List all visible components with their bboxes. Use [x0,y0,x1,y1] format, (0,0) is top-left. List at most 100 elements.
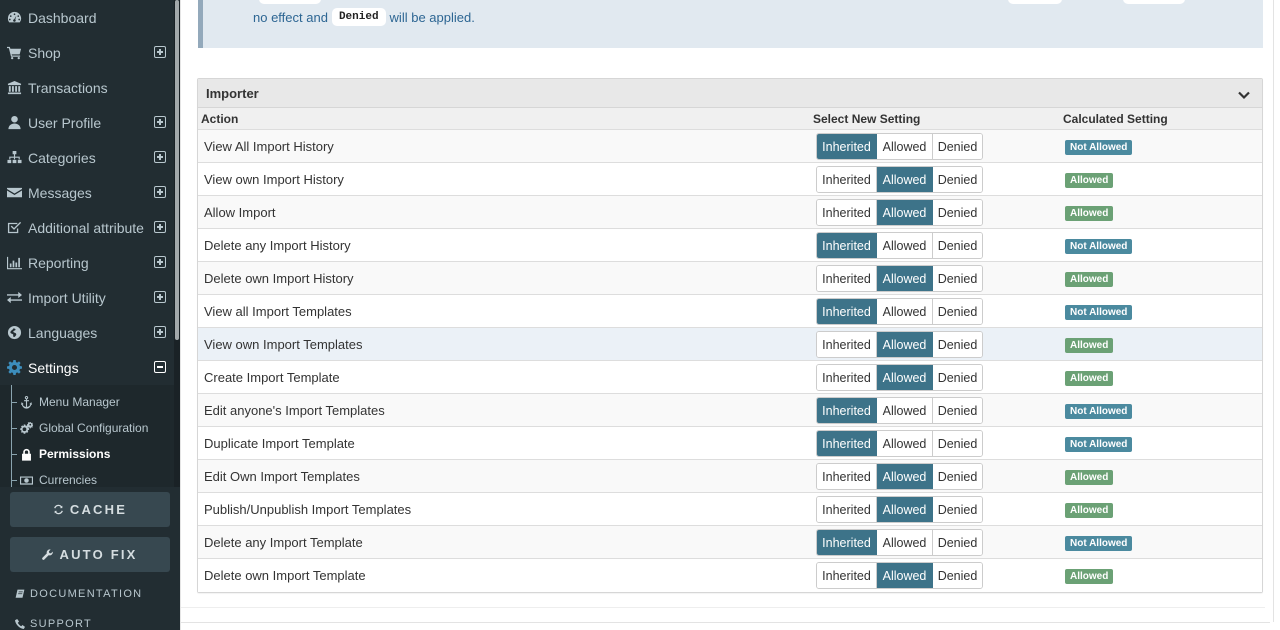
expand-icon[interactable] [154,46,166,58]
option-allowed-button[interactable]: Allowed [877,266,933,291]
sidebar-item-additional-attribute[interactable]: Additional attribute [0,210,174,245]
documentation-link[interactable]: DOCUMENTATION [15,588,142,600]
option-allowed-button[interactable]: Allowed [877,332,933,357]
option-allowed-button[interactable]: Allowed [877,464,933,489]
setting-button-group: Inherited Allowed Denied [816,166,983,193]
sidebar-nav: Dashboard Shop Transactions User Profile… [0,0,174,487]
sidebar-item-shop[interactable]: Shop [0,35,174,70]
expand-icon[interactable] [154,221,166,233]
checkbox-icon [6,220,23,236]
callout-text: no effect and Denied will be applied. [253,8,475,26]
option-inherited-button[interactable]: Inherited [817,266,877,291]
option-allowed-button[interactable]: Allowed [877,563,933,588]
option-denied-button[interactable]: Denied [933,530,982,555]
submenu-item-currencies[interactable]: Currencies [0,467,174,487]
sidebar-item-label: Reporting [28,254,89,271]
option-inherited-button[interactable]: Inherited [817,497,877,522]
option-inherited-button[interactable]: Inherited [817,464,877,489]
option-denied-button[interactable]: Denied [933,365,982,390]
action-label: Delete any Import Template [204,535,363,550]
sidebar-item-settings[interactable]: Settings [0,350,174,385]
panel-header[interactable]: Importer [198,79,1262,108]
panel-title: Importer [206,85,259,101]
collapse-icon[interactable] [154,361,166,373]
option-allowed-button[interactable]: Allowed [877,134,933,159]
permissions-table-body: View All Import History Inherited Allowed D… [198,130,1262,592]
chevron-down-icon[interactable] [1238,88,1250,100]
expand-icon[interactable] [154,256,166,268]
option-allowed-button[interactable]: Allowed [877,398,933,423]
sidebar-item-categories[interactable]: Categories [0,140,174,175]
sitemap-icon [6,150,23,166]
sidebar-item-import-utility[interactable]: Import Utility [0,280,174,315]
money-icon [19,473,34,487]
option-denied-button[interactable]: Denied [933,233,982,258]
option-allowed-button[interactable]: Allowed [877,233,933,258]
option-allowed-button[interactable]: Allowed [877,497,933,522]
option-denied-button[interactable]: Denied [933,431,982,456]
info-callout: no effect and Denied will be applied. [198,0,1263,48]
option-allowed-button[interactable]: Allowed [877,431,933,456]
option-inherited-button[interactable]: Inherited [817,332,877,357]
sidebar-item-dashboard[interactable]: Dashboard [0,0,174,35]
option-denied-button[interactable]: Denied [933,299,982,324]
expand-icon[interactable] [154,186,166,198]
support-link-label: SUPPORT [30,618,93,630]
table-row: Delete own Import Template Inherited Allow… [198,559,1262,592]
sidebar-item-messages[interactable]: Messages [0,175,174,210]
option-inherited-button[interactable]: Inherited [817,167,877,192]
action-label: Publish/Unpublish Import Templates [204,502,412,517]
option-allowed-button[interactable]: Allowed [877,167,933,192]
cache-button[interactable]: CACHE [10,492,170,527]
sidebar-item-reporting[interactable]: Reporting [0,245,174,280]
table-row: Publish/Unpublish Import Templates Inheri… [198,493,1262,526]
expand-icon[interactable] [154,291,166,303]
option-denied-button[interactable]: Denied [933,398,982,423]
option-denied-button[interactable]: Denied [933,497,982,522]
option-inherited-button[interactable]: Inherited [817,530,877,555]
table-row: View own Import Templates Inherited Allowe… [198,328,1262,361]
cart-icon [6,45,23,61]
expand-icon[interactable] [154,151,166,163]
option-allowed-button[interactable]: Allowed [877,530,933,555]
option-denied-button[interactable]: Denied [933,200,982,225]
option-allowed-button[interactable]: Allowed [877,200,933,225]
submenu-item-label: Menu Manager [39,395,120,409]
sidebar-item-user-profile[interactable]: User Profile [0,105,174,140]
table-header: Action Select New Setting Calculated Set… [198,108,1262,130]
sidebar-scrollbar-thumb[interactable] [175,0,179,340]
option-inherited-button[interactable]: Inherited [817,398,877,423]
table-row: View own Import History Inherited Allowed D… [198,163,1262,196]
submenu-item-global-configuration[interactable]: Global Configuration [0,415,174,441]
divider [180,622,1270,623]
option-allowed-button[interactable]: Allowed [877,365,933,390]
option-denied-button[interactable]: Denied [933,266,982,291]
table-row: Edit Own Import Templates Inherited Allowe… [198,460,1262,493]
sidebar-item-languages[interactable]: Languages [0,315,174,350]
option-inherited-button[interactable]: Inherited [817,365,877,390]
sidebar-item-transactions[interactable]: Transactions [0,70,174,105]
option-inherited-button[interactable]: Inherited [817,134,877,159]
option-inherited-button[interactable]: Inherited [817,233,877,258]
option-inherited-button[interactable]: Inherited [817,431,877,456]
option-denied-button[interactable]: Denied [933,563,982,588]
expand-icon[interactable] [154,326,166,338]
calculated-status-badge: Allowed [1065,338,1114,353]
auto-fix-button[interactable]: AUTO FIX [10,537,170,572]
submenu-item-permissions[interactable]: Permissions [0,441,174,467]
submenu-item-menu-manager[interactable]: Menu Manager [0,389,174,415]
option-denied-button[interactable]: Denied [933,464,982,489]
option-inherited-button[interactable]: Inherited [817,200,877,225]
calculated-status-badge: Allowed [1065,206,1114,221]
expand-icon[interactable] [154,116,166,128]
option-denied-button[interactable]: Denied [933,134,982,159]
option-denied-button[interactable]: Denied [933,167,982,192]
documentation-link-label: DOCUMENTATION [30,588,143,600]
option-denied-button[interactable]: Denied [933,332,982,357]
option-inherited-button[interactable]: Inherited [817,563,877,588]
option-inherited-button[interactable]: Inherited [817,299,877,324]
option-allowed-button[interactable]: Allowed [877,299,933,324]
code-pill [1008,0,1062,4]
action-label: Edit Own Import Templates [204,469,360,484]
support-link[interactable]: SUPPORT [15,618,92,630]
